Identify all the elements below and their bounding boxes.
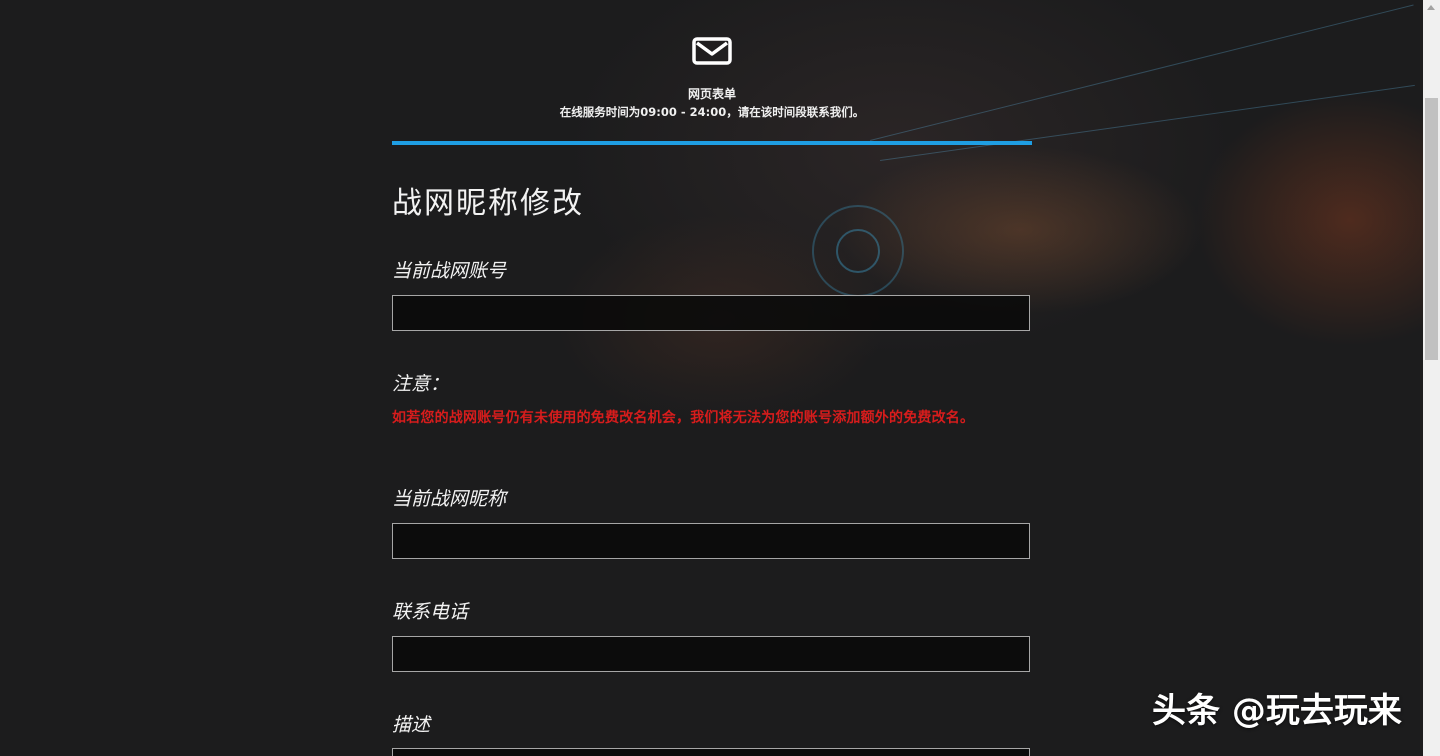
service-hours: 在线服务时间为09:00 - 24:00，请在该时间段联系我们。 (559, 105, 865, 119)
vertical-scrollbar[interactable] (1423, 0, 1440, 756)
mail-icon (692, 37, 732, 65)
description-label: 描述 (392, 714, 431, 736)
notice-text: 如若您的战网账号仍有未使用的免费改名机会，我们将无法为您的账号添加额外的免费改名… (392, 410, 975, 426)
background-fade (0, 360, 1423, 500)
form-title: 网页表单 (687, 87, 736, 101)
phone-input[interactable] (392, 636, 1030, 672)
nickname-label: 当前战网昵称 (392, 488, 507, 510)
account-label: 当前战网账号 (392, 260, 507, 282)
nickname-input[interactable] (392, 523, 1030, 559)
phone-label: 联系电话 (392, 601, 469, 623)
account-input[interactable] (392, 295, 1030, 331)
page: 网页表单 在线服务时间为09:00 - 24:00，请在该时间段联系我们。 战网… (0, 0, 1423, 756)
background-ring-inner (836, 229, 880, 273)
notice-label: 注意： (392, 373, 450, 395)
scroll-up-arrow-icon[interactable] (1427, 5, 1435, 10)
scroll-thumb[interactable] (1425, 98, 1438, 360)
page-heading: 战网昵称修改 (392, 186, 584, 221)
background-ring (812, 205, 904, 297)
accent-bar (392, 141, 1032, 145)
watermark: 头条 @玩去玩来 (1152, 691, 1402, 731)
form-header: 网页表单 在线服务时间为09:00 - 24:00，请在该时间段联系我们。 (392, 30, 1032, 120)
description-input[interactable] (392, 748, 1030, 756)
